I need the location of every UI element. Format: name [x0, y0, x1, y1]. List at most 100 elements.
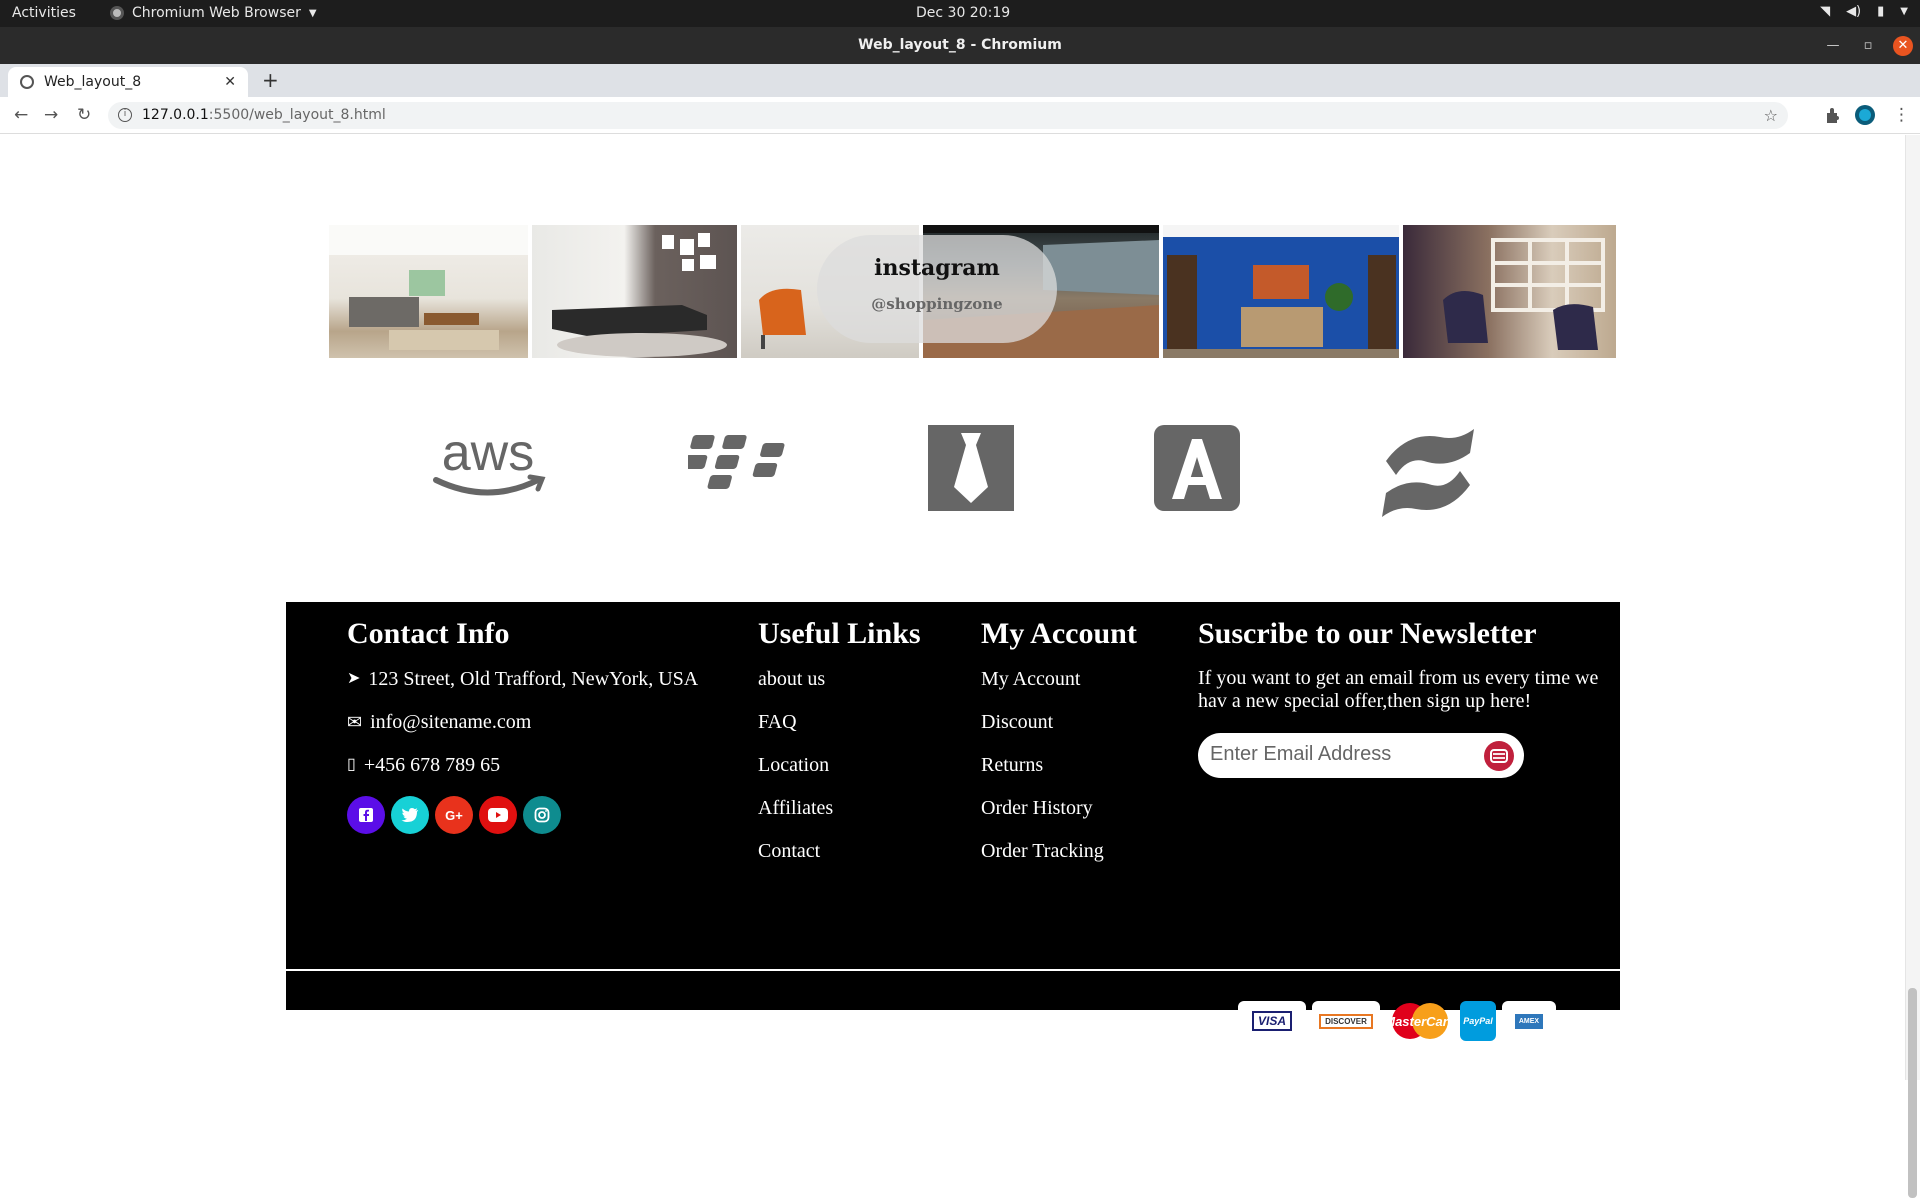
page-scrollbar[interactable] [1905, 135, 1920, 1198]
os-top-bar: Activities Chromium Web Browser ▼ Dec 30… [0, 0, 1920, 27]
copyright-text: © 2020 All Aights Reserved by Bestwebcre… [350, 1007, 747, 1029]
envelope-icon: ✉ [347, 712, 363, 732]
close-tab-icon[interactable]: ✕ [224, 74, 236, 90]
contact-info-column: Contact Info ➤ 123 Street, Old Trafford,… [347, 617, 698, 834]
paypal-card-icon: PayPal [1460, 1001, 1496, 1041]
bookmark-star-icon[interactable]: ☆ [1764, 102, 1778, 129]
extensions-icon[interactable] [1823, 105, 1843, 125]
link-contact[interactable]: Contact [758, 839, 921, 882]
confluence-logo-icon [1382, 429, 1474, 517]
app-store-logo-icon [1154, 425, 1240, 511]
address-item: ➤ 123 Street, Old Trafford, NewYork, USA [347, 667, 698, 710]
chromium-icon [110, 6, 124, 20]
link-faq[interactable]: FAQ [758, 710, 921, 753]
site-footer: Contact Info ➤ 123 Street, Old Trafford,… [286, 602, 1620, 1041]
tie-logo-icon [928, 425, 1014, 511]
google-plus-icon[interactable]: G+ [435, 796, 473, 834]
facebook-icon[interactable] [347, 796, 385, 834]
address-bar[interactable]: i 127.0.0.1:5500/web_layout_8.html ☆ [108, 102, 1788, 129]
window-title: Web_layout_8 - Chromium [858, 37, 1062, 53]
mobile-phone-icon: ▯ [347, 756, 356, 773]
instagram-icon[interactable] [523, 796, 561, 834]
reload-icon[interactable]: ↻ [77, 105, 91, 125]
url-path: :5500/web_layout_8.html [208, 107, 386, 123]
minimize-icon[interactable]: — [1823, 36, 1843, 56]
url-host: 127.0.0.1 [142, 107, 209, 123]
useful-links-heading: Useful Links [758, 617, 921, 650]
my-account-column: My Account My Account Discount Returns O… [981, 617, 1137, 882]
tab-strip: Web_layout_8 ✕ + [0, 64, 1920, 97]
blue-room-image [1163, 225, 1399, 358]
battery-icon: ▮ [1877, 4, 1885, 19]
aws-logo-icon: aws [433, 425, 546, 496]
black-sofa-image [552, 233, 727, 357]
newsletter-description: If you want to get an email from us ever… [1198, 667, 1599, 712]
link-location[interactable]: Location [758, 753, 921, 796]
useful-links-column: Useful Links about us FAQ Location Affil… [758, 617, 921, 882]
new-tab-button[interactable]: + [262, 68, 279, 92]
phone-text: +456 678 789 65 [363, 754, 501, 776]
link-discount[interactable]: Discount [981, 710, 1137, 753]
youtube-icon[interactable] [479, 796, 517, 834]
back-arrow-icon[interactable]: ← [14, 105, 28, 125]
activities-button[interactable]: Activities [12, 5, 76, 21]
location-arrow-icon: ➤ [347, 670, 361, 687]
instagram-overlay[interactable]: instagram @shoppingzone [817, 235, 1057, 343]
link-returns[interactable]: Returns [981, 753, 1137, 796]
more-menu-icon[interactable]: ⋮ [1893, 105, 1910, 125]
toolbar: ← → ↻ i 127.0.0.1:5500/web_layout_8.html… [0, 97, 1920, 134]
american-express-card-icon: AMEX [1502, 1001, 1556, 1041]
my-account-heading: My Account [981, 617, 1137, 650]
scrollbar-thumb[interactable] [1908, 988, 1917, 1198]
subscribe-button[interactable] [1484, 741, 1514, 771]
envelope-icon [1490, 749, 1508, 763]
gallery-photo-black-sofa[interactable] [532, 225, 737, 358]
wifi-icon: ◥ [1820, 4, 1831, 19]
visa-card-icon: VISA [1238, 1001, 1306, 1041]
twitter-icon[interactable] [391, 796, 429, 834]
app-menu[interactable]: Chromium Web Browser ▼ [110, 5, 317, 21]
newsletter-column: Suscribe to our Newsletter If you want t… [1198, 617, 1608, 778]
link-affiliates[interactable]: Affiliates [758, 796, 921, 839]
link-order-history[interactable]: Order History [981, 796, 1137, 839]
volume-icon: ◀) [1846, 4, 1862, 19]
instagram-handle: @shoppingzone [871, 295, 1003, 313]
link-order-tracking[interactable]: Order Tracking [981, 839, 1137, 882]
close-window-icon[interactable]: ✕ [1893, 36, 1913, 56]
newsletter-heading: Suscribe to our Newsletter [1198, 617, 1537, 650]
contact-heading: Contact Info [347, 617, 510, 650]
system-tray[interactable]: ◥ ◀) ▮ ▼ [1820, 4, 1908, 19]
email-subscribe-box [1198, 733, 1524, 778]
clock[interactable]: Dec 30 20:19 [916, 5, 1010, 21]
email-input[interactable] [1210, 743, 1470, 766]
instagram-gallery[interactable]: instagram @shoppingzone [329, 225, 1616, 358]
blackberry-logo-icon [688, 435, 785, 489]
app-menu-label: Chromium Web Browser [132, 5, 301, 21]
gallery-photo-living-room[interactable] [329, 225, 528, 358]
mastercard-card-icon: MasterCard [1386, 1001, 1454, 1041]
payment-methods: VISA DISCOVER MasterCard PayPal AMEX [1238, 1001, 1556, 1041]
globe-icon [20, 75, 34, 89]
gallery-photo-bookshelf-chairs[interactable] [1403, 225, 1616, 358]
tab-web-layout-8[interactable]: Web_layout_8 ✕ [8, 67, 248, 97]
email-item[interactable]: ✉ info@sitename.com [347, 710, 698, 753]
window-title-bar: Web_layout_8 - Chromium — ▫ ✕ [0, 27, 1920, 64]
discover-card-icon: DISCOVER [1312, 1001, 1380, 1041]
footer-divider [286, 969, 1620, 971]
maximize-icon[interactable]: ▫ [1858, 36, 1878, 56]
svg-text:aws: aws [442, 425, 534, 482]
caret-down-icon: ▼ [1900, 6, 1908, 17]
social-links: G+ [347, 796, 698, 834]
bookshelf-chairs-image [1443, 238, 1605, 350]
page-content: instagram @shoppingzone aws Contact Info… [0, 135, 1905, 1080]
link-my-account[interactable]: My Account [981, 667, 1137, 710]
phone-item[interactable]: ▯ +456 678 789 65 [347, 753, 698, 796]
address-text: 123 Street, Old Trafford, NewYork, USA [368, 668, 699, 690]
instagram-title: instagram [874, 255, 1000, 281]
forward-arrow-icon[interactable]: → [44, 105, 58, 125]
email-text: info@sitename.com [370, 711, 532, 733]
info-icon[interactable]: i [118, 108, 132, 122]
profile-avatar-icon[interactable] [1855, 105, 1875, 125]
gallery-photo-blue-room[interactable] [1163, 225, 1399, 358]
link-about-us[interactable]: about us [758, 667, 921, 710]
